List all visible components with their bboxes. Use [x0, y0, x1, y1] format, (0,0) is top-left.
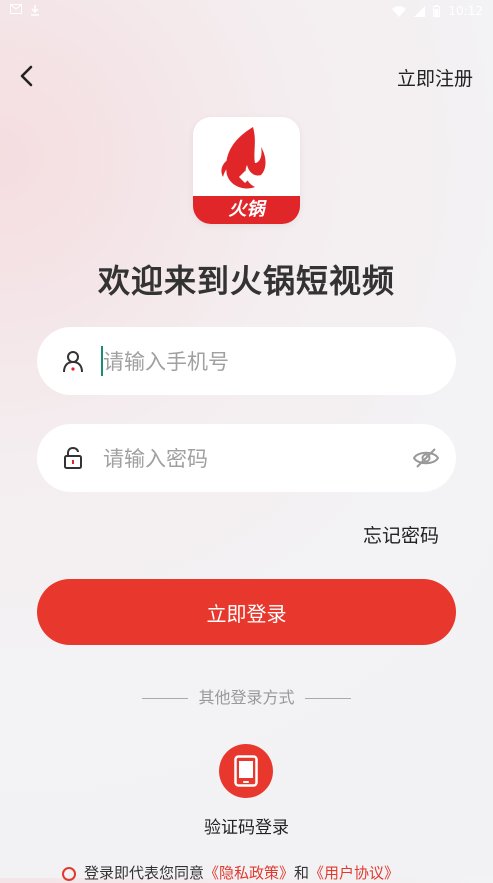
divider-line-left: [142, 698, 189, 699]
eye-off-icon[interactable]: [412, 445, 440, 471]
text-caret: [101, 346, 103, 376]
phone-field[interactable]: [37, 327, 456, 395]
sms-login-button[interactable]: [219, 744, 273, 798]
download-icon: [31, 5, 39, 16]
agreement-and: 和: [294, 864, 310, 882]
agreement-prefix: 登录即代表您同意: [84, 864, 205, 882]
signal-icon: [414, 5, 426, 17]
user-agreement-link[interactable]: 《用户协议》: [309, 864, 399, 882]
login-button[interactable]: 立即登录: [37, 579, 456, 645]
other-login-divider: 其他登录方式: [0, 684, 493, 708]
mail-icon: [10, 4, 22, 14]
divider-line-right: [304, 698, 351, 699]
back-arrow-icon[interactable]: [14, 62, 42, 90]
flame-icon: [221, 127, 266, 189]
status-bar: 10:12: [0, 0, 493, 24]
phone-icon: [234, 755, 258, 787]
user-icon: [63, 351, 83, 373]
status-left-icons: [10, 4, 40, 16]
password-input[interactable]: [101, 438, 405, 480]
register-link[interactable]: 立即注册: [397, 64, 473, 91]
agreement-radio[interactable]: [62, 866, 76, 881]
forgot-password-link[interactable]: 忘记密码: [363, 521, 439, 548]
logo-text: 火锅: [228, 199, 265, 220]
phone-input[interactable]: [101, 341, 405, 383]
password-field[interactable]: [37, 424, 456, 492]
agreement-row: 登录即代表您同意《隐私政策》和《用户协议》: [62, 862, 399, 883]
status-time: 10:12: [448, 4, 483, 18]
app-logo: 火锅: [193, 117, 300, 224]
lock-icon: [64, 446, 82, 469]
privacy-policy-link[interactable]: 《隐私政策》: [204, 864, 294, 882]
page-title: 欢迎来到火锅短视频: [97, 262, 395, 300]
status-right-icons: 10:12: [392, 4, 483, 18]
sms-login-label[interactable]: 验证码登录: [0, 813, 493, 838]
other-login-label: 其他登录方式: [198, 688, 295, 707]
wifi-icon: [392, 5, 407, 17]
battery-icon: [433, 5, 441, 17]
